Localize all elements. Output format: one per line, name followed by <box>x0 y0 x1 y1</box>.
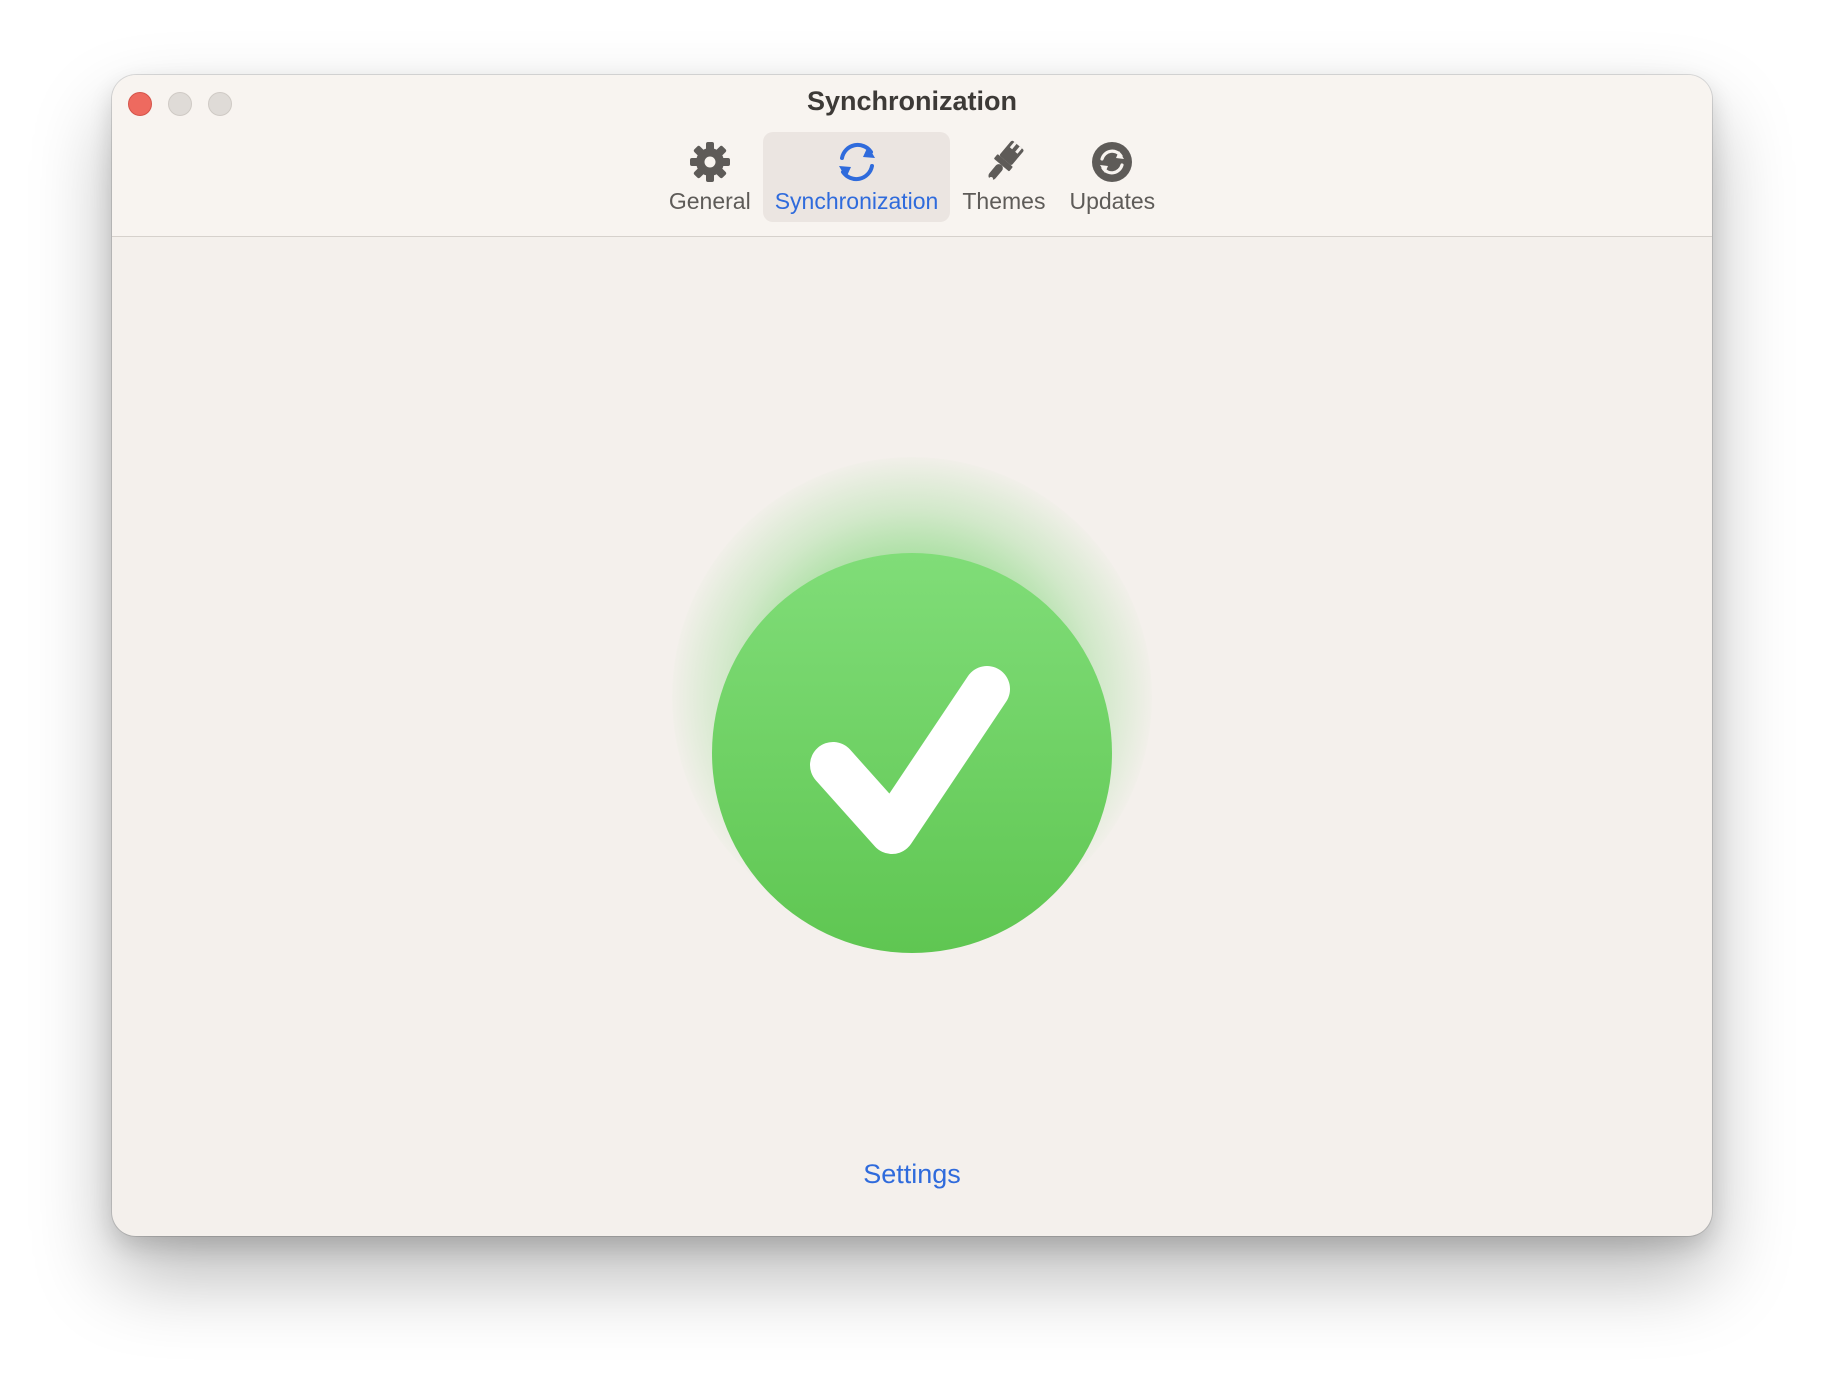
tab-general[interactable]: General <box>657 132 763 222</box>
toolbar: Synchronization General Synchronization … <box>112 75 1712 237</box>
settings-link[interactable]: Settings <box>112 1159 1712 1190</box>
tab-synchronization[interactable]: Synchronization <box>762 132 951 222</box>
tab-general-label: General <box>668 188 751 214</box>
preferences-window: Synchronization General Synchronization … <box>112 75 1712 1236</box>
tab-updates-label: Updates <box>1069 188 1156 214</box>
tab-synchronization-label: Synchronization <box>774 188 939 214</box>
preferences-tabs: General Synchronization Themes Updates <box>112 132 1712 222</box>
tab-themes-label: Themes <box>962 188 1046 214</box>
tab-updates[interactable]: Updates <box>1057 132 1167 222</box>
gear-icon <box>689 142 730 182</box>
updates-icon <box>1092 142 1133 182</box>
sync-icon <box>838 142 875 182</box>
tab-themes[interactable]: Themes <box>950 132 1057 222</box>
sync-content: Settings <box>112 237 1712 1236</box>
paintbrush-icon <box>988 140 1024 181</box>
window-title: Synchronization <box>806 86 1017 116</box>
checkmark-circle-icon <box>712 553 1112 953</box>
